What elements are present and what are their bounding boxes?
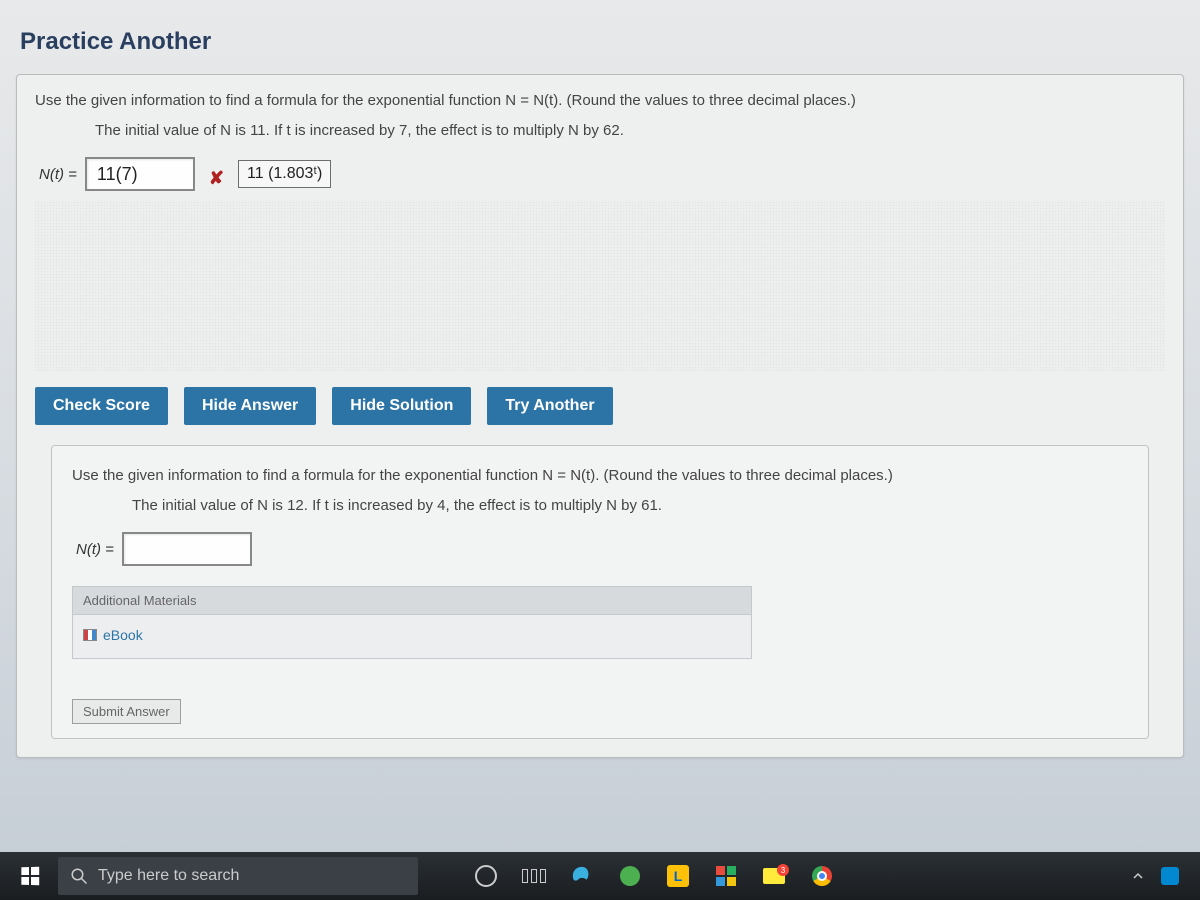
problem2-answer-row: N(t) = <box>72 532 1128 566</box>
windows-logo-icon <box>21 867 39 886</box>
app-chrome-icon[interactable] <box>800 856 844 896</box>
solution-display: 11 (1.803ᵗ) <box>238 160 331 188</box>
problem2-prompt: Use the given information to find a form… <box>72 464 1128 488</box>
check-score-button[interactable]: Check Score <box>35 387 168 425</box>
cortana-icon[interactable] <box>464 856 508 896</box>
app-grid-icon[interactable] <box>704 856 748 896</box>
answer-input-2[interactable] <box>122 532 252 566</box>
task-view-icon[interactable] <box>512 856 556 896</box>
ebook-link[interactable]: eBook <box>83 627 143 643</box>
problem1-subprompt: The initial value of N is 11. If t is in… <box>95 119 1165 143</box>
tray-chevron-icon[interactable] <box>1126 864 1150 888</box>
incorrect-icon: ✘ <box>203 168 230 189</box>
problem2-subprompt: The initial value of N is 12. If t is in… <box>132 494 1128 518</box>
search-icon <box>70 867 88 885</box>
taskbar-pinned-apps: L 3 <box>464 856 844 896</box>
app-mail-icon[interactable]: 3 <box>752 856 796 896</box>
taskbar-search[interactable]: Type here to search <box>58 857 418 895</box>
additional-materials-body: eBook <box>72 614 752 659</box>
work-area <box>35 201 1165 371</box>
search-placeholder: Type here to search <box>98 867 239 885</box>
page-title: Practice Another <box>0 0 1200 74</box>
app-l-icon[interactable]: L <box>656 856 700 896</box>
taskbar: Type here to search L 3 <box>0 852 1200 900</box>
problem1-button-row: Check Score Hide Answer Hide Solution Tr… <box>35 387 1165 425</box>
system-tray <box>1126 864 1192 888</box>
hide-solution-button[interactable]: Hide Solution <box>332 387 471 425</box>
answer-input-1[interactable] <box>85 157 195 191</box>
hide-answer-button[interactable]: Hide Answer <box>184 387 316 425</box>
start-button[interactable] <box>8 856 52 896</box>
edge-icon[interactable] <box>560 856 604 896</box>
problem1-prompt: Use the given information to find a form… <box>35 89 1165 113</box>
additional-materials-header: Additional Materials <box>72 586 752 614</box>
submit-answer-button[interactable]: Submit Answer <box>72 699 181 724</box>
problem1-panel: Use the given information to find a form… <box>16 74 1184 758</box>
tray-app-icon[interactable] <box>1158 864 1182 888</box>
problem2-panel: Use the given information to find a form… <box>51 445 1149 739</box>
problem1-answer-row: N(t) = ✘ 11 (1.803ᵗ) <box>35 157 1165 191</box>
try-another-button[interactable]: Try Another <box>487 387 612 425</box>
book-icon <box>83 629 97 641</box>
app-green-icon[interactable] <box>608 856 652 896</box>
ebook-label: eBook <box>103 627 143 643</box>
answer-label: N(t) = <box>35 166 77 183</box>
answer-label-2: N(t) = <box>72 541 114 558</box>
